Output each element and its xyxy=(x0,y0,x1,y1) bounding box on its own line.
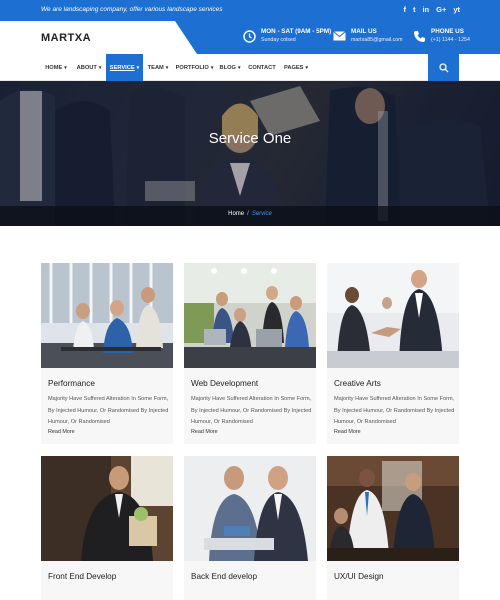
service-card[interactable]: UX/UI Design xyxy=(327,456,459,600)
service-title[interactable]: Creative Arts xyxy=(334,379,381,388)
service-title[interactable]: Performance xyxy=(48,379,95,388)
read-more-link[interactable]: Read More xyxy=(334,429,361,435)
mail-title: MAIL US xyxy=(351,28,377,35)
page-banner xyxy=(0,81,500,226)
service-card[interactable]: Web Development Majority Have Suffered A… xyxy=(184,263,316,444)
banner-background-image xyxy=(0,81,500,226)
service-title[interactable]: Back End develop xyxy=(191,572,257,581)
nav-about[interactable]: ABOUT ▾ xyxy=(74,54,104,81)
breadcrumb-separator: / xyxy=(247,211,249,217)
service-title[interactable]: Web Development xyxy=(191,379,258,388)
nav-label: HOME xyxy=(45,64,63,71)
nav-label: ABOUT xyxy=(76,64,97,71)
nav-pages[interactable]: PAGES ▾ xyxy=(282,54,310,81)
facebook-icon[interactable]: f xyxy=(403,4,406,16)
opening-hours: MON - SAT (9AM - 5PM) Sunday colsed xyxy=(242,27,331,45)
service-card[interactable]: Front End Develop xyxy=(41,456,173,600)
nav-label: TEAM xyxy=(147,64,164,71)
breadcrumb-home[interactable]: Home xyxy=(228,211,244,217)
nav-home[interactable]: HOME ▾ xyxy=(42,54,70,81)
service-card[interactable]: Creative Arts Majority Have Suffered Alt… xyxy=(327,263,459,444)
nav-label: CONTACT xyxy=(248,64,276,71)
nav-blog[interactable]: BLOG ▾ xyxy=(218,54,242,81)
nav-service[interactable]: SERVICE ▾ xyxy=(106,54,143,81)
top-bar: We are landscaping company, offer variou… xyxy=(0,0,500,21)
clock-icon xyxy=(242,29,256,43)
service-description: Majority Have Suffered Alteration In Som… xyxy=(334,396,455,426)
phone-number[interactable]: (+1) 1144 - 1254 xyxy=(431,36,470,45)
breadcrumb: Home / Service xyxy=(0,211,500,217)
nav-label: BLOG xyxy=(219,64,236,71)
service-card[interactable]: Back End develop xyxy=(184,456,316,600)
tagline: We are landscaping company, offer variou… xyxy=(41,6,223,13)
service-description: Majority Have Suffered Alteration In Som… xyxy=(191,396,312,426)
service-title[interactable]: UX/UI Design xyxy=(334,572,384,581)
chevron-down-icon: ▾ xyxy=(64,64,67,71)
nav-label: SERVICE xyxy=(109,64,135,71)
hours-title: MON - SAT (9AM - 5PM) xyxy=(261,28,332,35)
service-title[interactable]: Front End Develop xyxy=(48,572,116,581)
chevron-down-icon: ▾ xyxy=(136,64,140,71)
service-image xyxy=(184,263,316,368)
nav-portfolio[interactable]: PORTFOLIO ▾ xyxy=(175,54,214,81)
nav-contact[interactable]: CONTACT xyxy=(248,54,276,81)
chevron-down-icon: ▾ xyxy=(165,64,169,71)
service-image xyxy=(184,456,316,561)
nav-label: PORTFOLIO xyxy=(175,64,209,71)
search-button[interactable] xyxy=(428,54,459,81)
chevron-down-icon: ▾ xyxy=(210,64,214,71)
service-image xyxy=(41,263,173,368)
phone-info: PHONE US (+1) 1144 - 1254 xyxy=(412,27,470,45)
nav-label: PAGES xyxy=(283,64,304,71)
service-card[interactable]: Performance Majority Have Suffered Alter… xyxy=(41,263,173,444)
read-more-link[interactable]: Read More xyxy=(191,429,218,435)
mail-info: MAIL US martxa85@gmail.com xyxy=(332,27,403,45)
breadcrumb-current: Service xyxy=(251,211,272,217)
service-image xyxy=(327,456,459,561)
social-links: f t in G+ yt xyxy=(403,4,460,16)
page-title: Service One xyxy=(208,130,292,147)
mail-icon xyxy=(332,29,346,43)
youtube-icon[interactable]: yt xyxy=(453,4,460,16)
search-icon xyxy=(438,62,448,72)
service-image xyxy=(327,263,459,368)
read-more-link[interactable]: Read More xyxy=(48,429,75,435)
nav-team[interactable]: TEAM ▾ xyxy=(145,54,171,81)
mail-address[interactable]: martxa85@gmail.com xyxy=(351,36,403,45)
twitter-icon[interactable]: t xyxy=(413,4,416,16)
phone-title: PHONE US xyxy=(431,28,464,35)
site-logo[interactable]: MARTXA xyxy=(41,32,91,44)
chevron-down-icon: ▾ xyxy=(305,64,308,71)
google-plus-icon[interactable]: G+ xyxy=(436,4,446,16)
service-image xyxy=(41,456,173,561)
service-description: Majority Have Suffered Alteration In Som… xyxy=(48,396,169,426)
chevron-down-icon: ▾ xyxy=(237,64,241,71)
phone-icon xyxy=(412,29,426,43)
chevron-down-icon: ▾ xyxy=(98,64,102,71)
hours-sub: Sunday colsed xyxy=(261,37,296,43)
linkedin-icon[interactable]: in xyxy=(422,4,429,16)
